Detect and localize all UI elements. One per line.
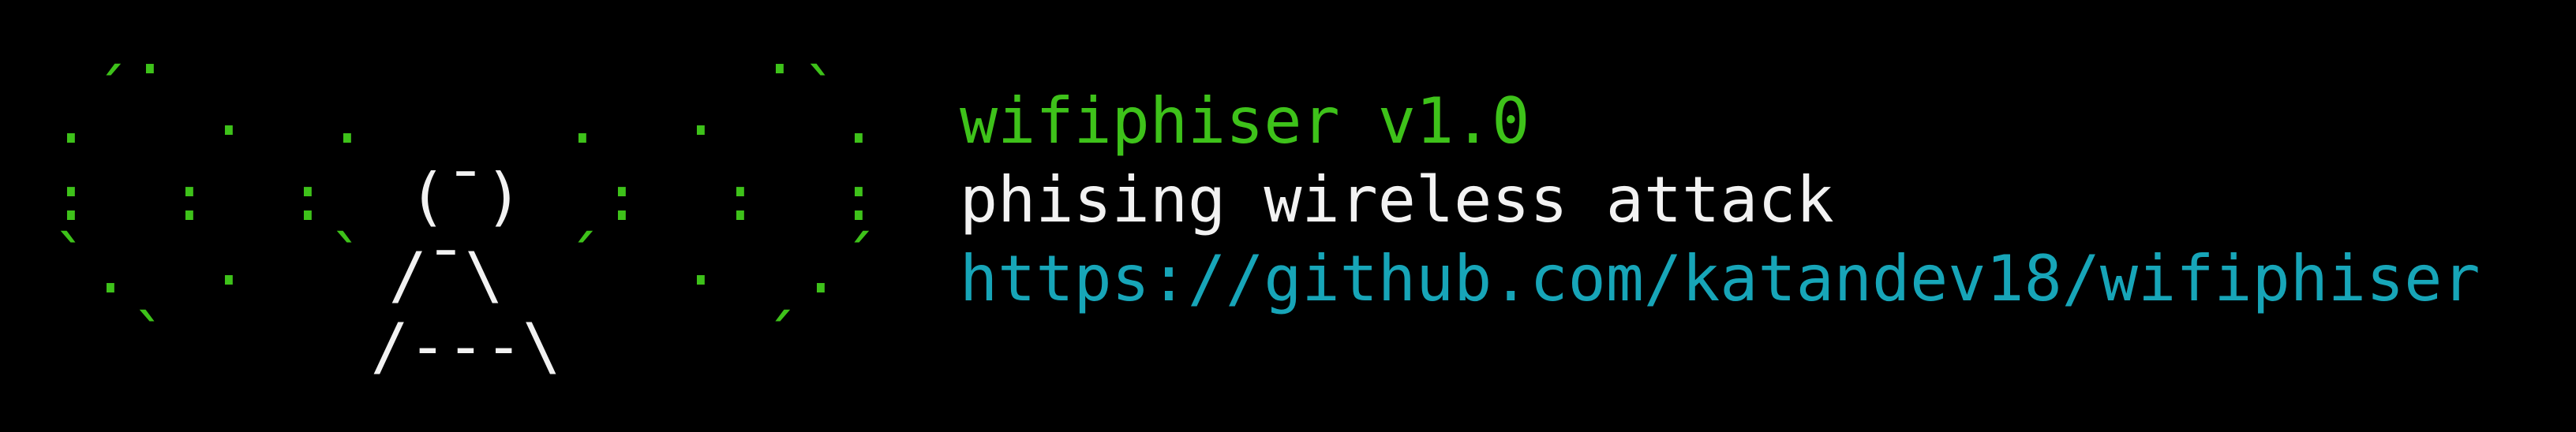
signal-wave-dot: . bbox=[681, 226, 721, 300]
signal-wave-tick: ` bbox=[328, 223, 367, 296]
repository-link[interactable]: https://github.com/katandev18/wifiphiser bbox=[960, 240, 2481, 318]
signal-wave-tick: ` bbox=[801, 56, 841, 129]
signal-wave-tick: ` bbox=[51, 223, 91, 296]
tool-subtitle: phising wireless attack bbox=[960, 163, 1834, 236]
signal-wave-colon: : bbox=[721, 162, 760, 235]
signal-wave-dot: . bbox=[839, 84, 878, 158]
signal-wave-colon: : bbox=[839, 162, 878, 235]
signal-wave-tick: ´ bbox=[839, 223, 878, 296]
signal-wave-dot: . bbox=[209, 226, 249, 300]
signal-wave-dot: . bbox=[130, 15, 170, 88]
signal-wave-dot: . bbox=[51, 84, 91, 158]
signal-wave-dot: . bbox=[209, 76, 249, 150]
tool-banner: wifiphiser v1.0 phising wireless attack … bbox=[960, 82, 2481, 318]
signal-wave-colon: : bbox=[602, 162, 642, 235]
signal-wave-tick: ´ bbox=[563, 223, 602, 296]
antenna-body-lower: /---\ bbox=[370, 310, 561, 383]
tool-title: wifiphiser v1.0 bbox=[960, 84, 1530, 158]
terminal-window: . . ´ ` . . . . . . : : : : : : ` ` ´ ´ … bbox=[0, 0, 2576, 432]
signal-wave-colon: : bbox=[170, 162, 209, 235]
signal-wave-dot: . bbox=[328, 84, 367, 158]
signal-wave-dot: . bbox=[681, 76, 721, 150]
signal-wave-dot: . bbox=[563, 84, 602, 158]
signal-wave-tick: ` bbox=[130, 302, 170, 375]
antenna-head: (¯) bbox=[408, 160, 523, 233]
signal-wave-colon: : bbox=[51, 162, 91, 235]
signal-wave-dot: . bbox=[801, 234, 841, 307]
antenna-body-upper: /¯\ bbox=[388, 239, 504, 312]
signal-wave-tick: ´ bbox=[760, 302, 799, 375]
wifi-antenna-ascii-logo: . . ´ ` . . . . . . : : : : : : ` ` ´ ´ … bbox=[0, 0, 908, 432]
signal-wave-tick: ´ bbox=[91, 56, 130, 129]
signal-wave-colon: : bbox=[288, 162, 328, 235]
signal-wave-dot: . bbox=[91, 234, 130, 307]
signal-wave-dot: . bbox=[760, 15, 799, 88]
